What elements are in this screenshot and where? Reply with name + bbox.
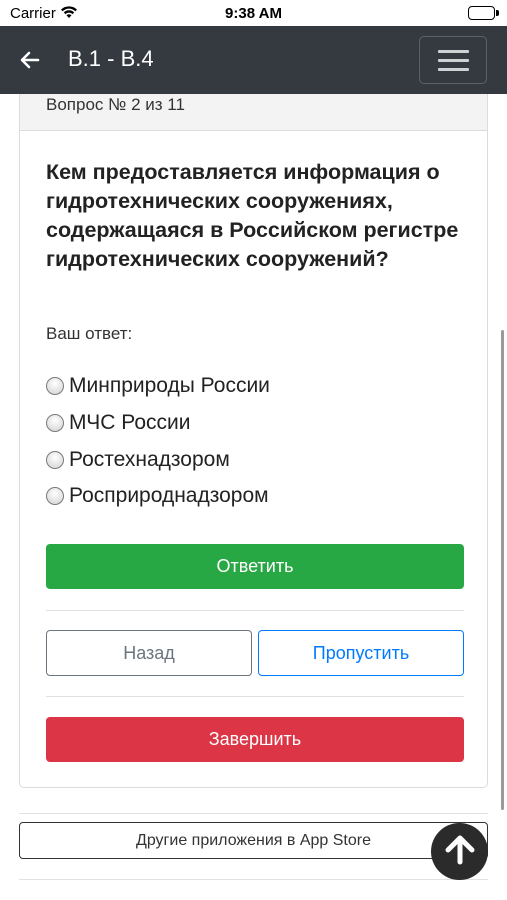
radio-button[interactable] (46, 487, 64, 505)
answer-button[interactable]: Ответить (46, 544, 464, 589)
answer-label: Ваш ответ: (46, 324, 133, 343)
divider (19, 813, 488, 814)
skip-button[interactable]: Пропустить (258, 630, 464, 676)
arrow-up-icon (442, 831, 478, 872)
question-text: Кем предоставляется информация о гидроте… (46, 160, 459, 271)
back-button[interactable]: Назад (46, 630, 252, 676)
scrollbar[interactable] (501, 330, 504, 810)
divider (19, 879, 488, 880)
radio-button[interactable] (46, 377, 64, 395)
app-store-button[interactable]: Другие приложения в App Store (19, 822, 488, 859)
option-label: МЧС России (69, 411, 191, 434)
answer-option[interactable]: МЧС России (46, 408, 190, 438)
question-number: Вопрос № 2 из 11 (46, 95, 185, 114)
answer-option[interactable]: Минприроды России (46, 371, 270, 401)
clock: 9:38 AM (225, 5, 282, 22)
battery-icon (468, 6, 495, 20)
answer-option[interactable]: Росприроднадзором (46, 481, 269, 511)
option-label: Ростехнадзором (69, 448, 230, 471)
divider (46, 610, 464, 611)
option-label: Минприроды России (69, 374, 270, 397)
hamburger-menu-icon[interactable] (419, 36, 487, 84)
radio-button[interactable] (46, 414, 64, 432)
finish-button[interactable]: Завершить (46, 717, 464, 762)
page-title: В.1 - В.4 (68, 46, 154, 71)
question-card: Вопрос № 2 из 11 Кем предоставляется инф… (19, 94, 488, 788)
option-label: Росприроднадзором (69, 484, 269, 507)
answer-option[interactable]: Ростехнадзором (46, 445, 230, 475)
status-bar: Carrier 9:38 AM (0, 0, 507, 26)
card-header: Вопрос № 2 из 11 (20, 94, 487, 131)
scroll-to-top-button[interactable] (431, 823, 488, 880)
radio-button[interactable] (46, 451, 64, 469)
arrow-left-icon[interactable] (18, 48, 42, 72)
navigation-bar: В.1 - В.4 (0, 26, 507, 94)
divider (46, 696, 464, 697)
